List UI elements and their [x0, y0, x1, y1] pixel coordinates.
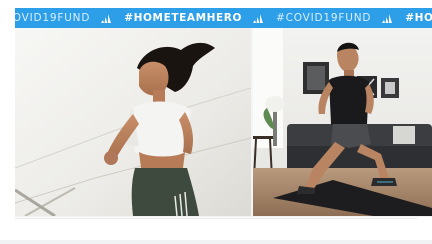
hashtag-covid19fund: #COVID19FUND — [15, 12, 91, 24]
hashtag-covid19fund: #COVID19FUND — [276, 12, 372, 24]
adidas-logo-icon — [253, 14, 264, 23]
running-woman-image — [15, 28, 251, 216]
adidas-logo-icon — [101, 14, 112, 23]
lunge-man-image — [253, 28, 432, 216]
divider — [15, 218, 417, 219]
hashtag-hometeamhero: #HOMETEAMHERO — [124, 12, 243, 24]
running-woman-illustration — [15, 28, 251, 216]
lunge-man-illustration — [253, 28, 432, 216]
adidas-logo-icon — [382, 14, 393, 23]
bottom-edge — [0, 240, 432, 244]
page: #COVID19FUND #HOMETEAMHERO #COVID19FUND … — [0, 0, 432, 244]
hashtag-ticker: #COVID19FUND #HOMETEAMHERO #COVID19FUND … — [15, 8, 432, 28]
promo-banner[interactable]: #COVID19FUND #HOMETEAMHERO #COVID19FUND … — [15, 8, 432, 216]
hashtag-hometeamhero: #HOMETEA — [405, 12, 432, 24]
